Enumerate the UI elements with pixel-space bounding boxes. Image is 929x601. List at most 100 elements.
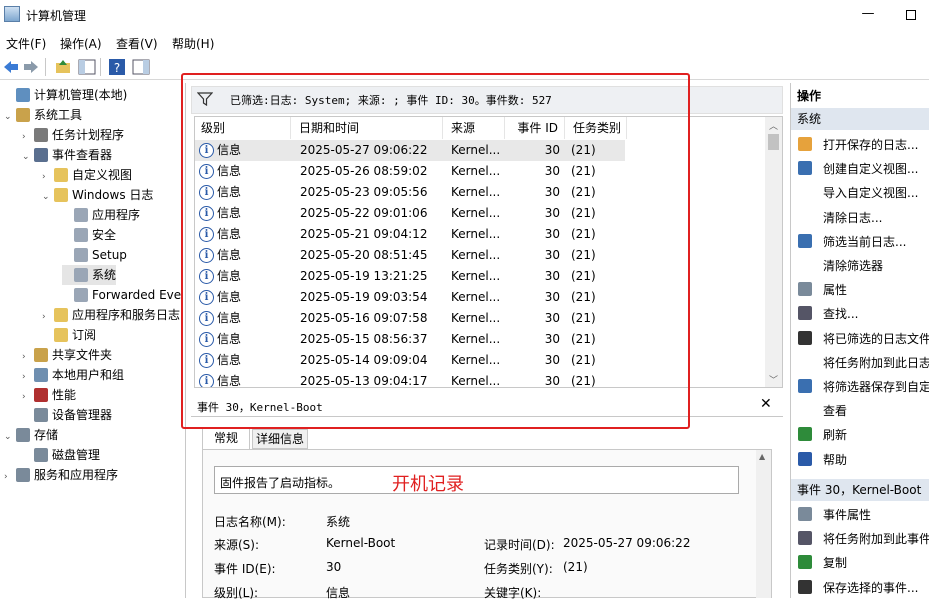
action-item[interactable]: 刷新 bbox=[823, 426, 847, 443]
tree-node[interactable]: › 本地用户和组 bbox=[22, 365, 124, 385]
tree-node-icon bbox=[34, 348, 48, 362]
menu-action[interactable]: 操作(A) bbox=[60, 35, 102, 52]
action-item[interactable]: 打开保存的日志... bbox=[823, 136, 918, 153]
action-item[interactable]: 导入自定义视图... bbox=[823, 184, 918, 201]
action-item[interactable]: 将任务附加到此事件 bbox=[823, 530, 929, 547]
tree-node-icon bbox=[34, 448, 48, 462]
event-id-value: 30 bbox=[326, 560, 342, 574]
forward-icon[interactable] bbox=[22, 58, 40, 76]
tree-node[interactable]: › 应用程序和服务日志 bbox=[42, 305, 180, 325]
minimize-button[interactable]: — bbox=[850, 2, 886, 26]
close-icon[interactable]: ✕ bbox=[760, 396, 772, 412]
expander-icon[interactable]: › bbox=[22, 127, 34, 147]
action-item[interactable]: 保存选择的事件... bbox=[823, 579, 918, 596]
tree-node[interactable]: › 性能 bbox=[22, 385, 76, 405]
action-icon bbox=[798, 379, 812, 393]
menu-help[interactable]: 帮助(H) bbox=[172, 35, 214, 52]
menu-file[interactable]: 文件(F) bbox=[6, 35, 46, 52]
tree-node[interactable]: 磁盘管理 bbox=[22, 445, 100, 465]
scrollbar-thumb[interactable] bbox=[768, 134, 779, 150]
tree-node-label: 订阅 bbox=[72, 328, 97, 342]
tree-node[interactable]: › 共享文件夹 bbox=[22, 345, 112, 365]
action-item[interactable]: 将已筛选的日志文件 bbox=[823, 330, 929, 347]
tree-node[interactable]: › 任务计划程序 bbox=[22, 125, 124, 145]
show-hide-tree-icon[interactable] bbox=[78, 58, 96, 76]
action-icon bbox=[798, 161, 812, 176]
computer-management-icon bbox=[4, 6, 20, 22]
expander-icon[interactable]: ⌄ bbox=[4, 427, 16, 447]
scroll-down-icon[interactable]: ﹀ bbox=[769, 373, 778, 386]
maximize-icon bbox=[906, 9, 916, 20]
level-value: 信息 bbox=[326, 586, 351, 600]
expander-icon[interactable]: › bbox=[22, 367, 34, 387]
action-item[interactable]: 清除筛选器 bbox=[823, 257, 883, 274]
action-item[interactable]: 帮助 bbox=[823, 451, 847, 468]
title-bar bbox=[0, 0, 929, 30]
tree-node[interactable]: ⌄ 存储 bbox=[4, 425, 58, 445]
expander-icon[interactable]: › bbox=[22, 347, 34, 367]
expander-icon[interactable]: ⌄ bbox=[42, 187, 54, 207]
actions-section-system[interactable]: 系统 bbox=[791, 108, 929, 130]
action-item[interactable]: 属性 bbox=[823, 281, 847, 298]
tree-node[interactable]: Setup bbox=[62, 245, 127, 265]
maximize-button[interactable] bbox=[893, 2, 929, 26]
tree-node-label: 磁盘管理 bbox=[52, 448, 101, 462]
action-item[interactable]: 查找... bbox=[823, 305, 858, 322]
tree-node[interactable]: ⌄ 事件查看器 bbox=[22, 145, 112, 165]
tree-node[interactable]: 安全 bbox=[62, 225, 116, 245]
tab-general[interactable]: 常规 bbox=[202, 427, 250, 449]
action-item[interactable]: 将筛选器保存到自定 bbox=[823, 378, 929, 395]
tree-node[interactable]: ⌄ 系统工具 bbox=[4, 105, 82, 125]
tree-node[interactable]: › 自定义视图 bbox=[42, 165, 132, 185]
expander-icon[interactable]: › bbox=[22, 387, 34, 407]
expander-icon[interactable]: ⌄ bbox=[22, 147, 34, 167]
tree-node[interactable]: 订阅 bbox=[42, 325, 96, 345]
menu-view[interactable]: 查看(V) bbox=[116, 35, 158, 52]
tree-node[interactable]: › 服务和应用程序 bbox=[4, 465, 118, 485]
tree-node[interactable]: Forwarded Eve bbox=[62, 285, 181, 305]
tree-node-label: 安全 bbox=[92, 228, 117, 242]
expander-icon[interactable]: › bbox=[42, 167, 54, 187]
action-item[interactable]: 创建自定义视图... bbox=[823, 160, 918, 177]
up-folder-icon[interactable] bbox=[54, 58, 72, 76]
detail-scrollbar[interactable]: ▲ bbox=[756, 450, 771, 598]
action-icon bbox=[798, 507, 812, 521]
back-icon[interactable] bbox=[2, 58, 20, 76]
tree-node-label: 本地用户和组 bbox=[52, 368, 125, 382]
action-icon bbox=[798, 137, 812, 151]
action-item[interactable]: 将任务附加到此日志 bbox=[823, 354, 929, 371]
expander-icon[interactable]: ⌄ bbox=[4, 107, 16, 127]
tree-node-label: 应用程序和服务日志 bbox=[72, 308, 181, 322]
console-tree: 计算机管理(本地) ⌄ 系统工具 › 任务计划程序 ⌄ 事件查看器 › 自定义视图 ⌄ Window… bbox=[0, 83, 186, 598]
menu-bar: 文件(F) 操作(A) 查看(V) 帮助(H) bbox=[0, 31, 929, 53]
action-item[interactable]: 查看 bbox=[823, 402, 847, 419]
expander-icon[interactable]: › bbox=[42, 307, 54, 327]
keywords-label: 关键字(K): bbox=[484, 586, 542, 600]
tree-node-icon bbox=[54, 328, 68, 342]
expander-icon[interactable]: › bbox=[4, 467, 16, 487]
tree-node-icon bbox=[54, 308, 68, 322]
actions-section-event[interactable]: 事件 30，Kernel-Boot bbox=[791, 479, 929, 501]
action-icon bbox=[798, 282, 812, 297]
help-icon[interactable]: ? bbox=[108, 58, 126, 76]
tree-node-icon bbox=[74, 228, 88, 242]
scroll-up-icon[interactable]: ︿ bbox=[769, 119, 778, 132]
scroll-up-icon[interactable]: ▲ bbox=[759, 452, 765, 461]
show-hide-action-pane-icon[interactable] bbox=[132, 58, 150, 76]
event-description: 固件报告了启动指标。 bbox=[220, 476, 341, 490]
log-name-value: 系统 bbox=[326, 515, 351, 529]
tree-node-label: Setup bbox=[92, 248, 127, 262]
action-item[interactable]: 复制 bbox=[823, 554, 847, 571]
level-label: 级别(L): bbox=[214, 586, 259, 600]
event-list-scrollbar[interactable]: ︿ ﹀ bbox=[765, 117, 782, 387]
tab-details[interactable]: 详细信息 bbox=[252, 429, 308, 449]
tree-node[interactable]: 系统 bbox=[62, 265, 117, 285]
tree-node[interactable]: 计算机管理(本地) bbox=[4, 85, 127, 105]
action-item[interactable]: 事件属性 bbox=[823, 506, 871, 523]
tree-node[interactable]: ⌄ Windows 日志 bbox=[42, 185, 153, 205]
tree-node[interactable]: 设备管理器 bbox=[22, 405, 112, 425]
action-item[interactable]: 清除日志... bbox=[823, 209, 882, 226]
tree-node[interactable]: 应用程序 bbox=[62, 205, 140, 225]
action-item[interactable]: 筛选当前日志... bbox=[823, 233, 906, 250]
action-icon bbox=[798, 427, 812, 442]
